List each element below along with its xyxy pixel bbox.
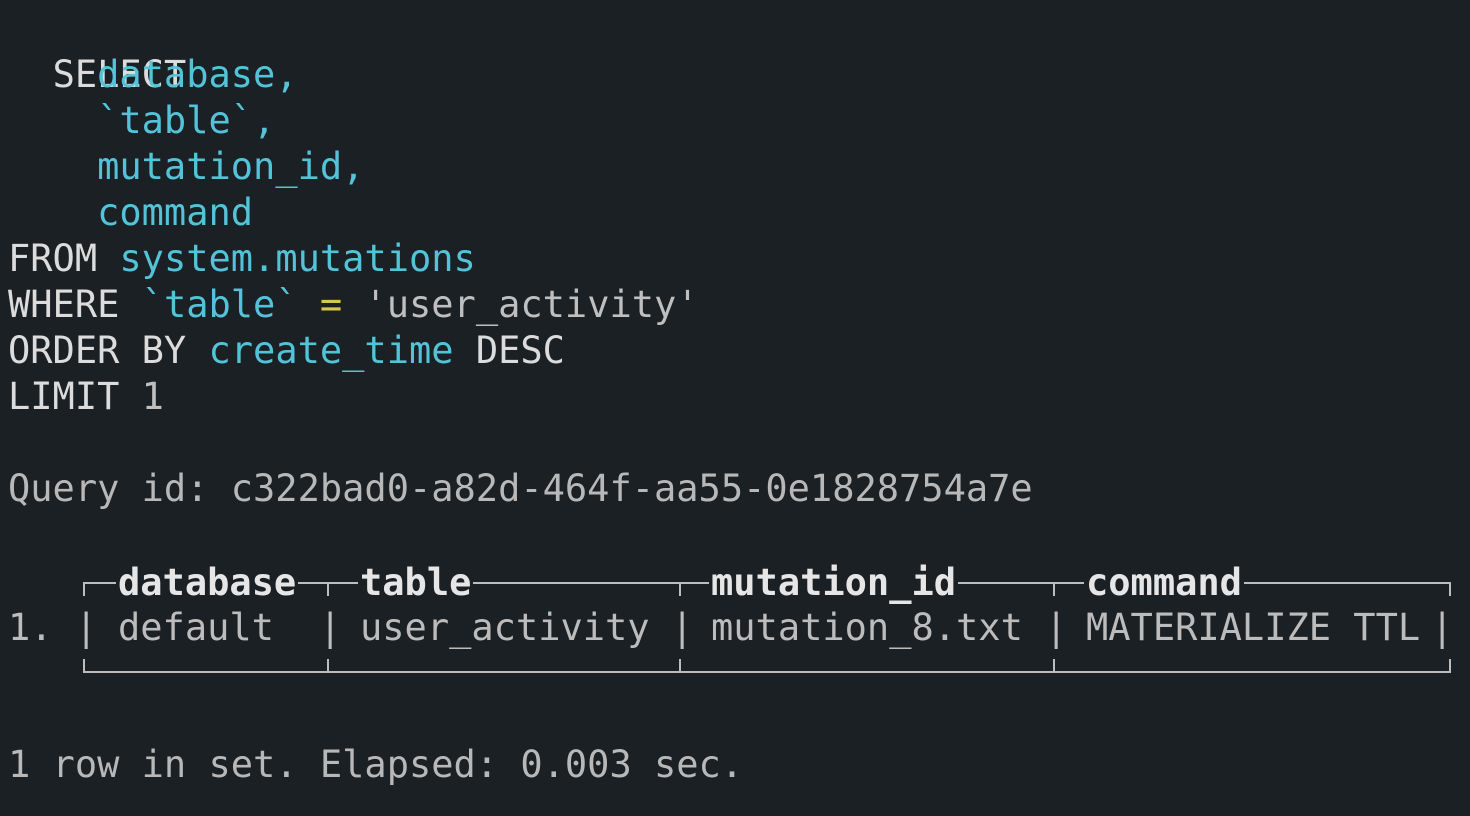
cell-separator: | — [671, 606, 694, 649]
where-column: `table` — [141, 283, 298, 326]
cell-mutation-id: mutation_8.txt — [711, 606, 1023, 649]
keyword-where: WHERE — [8, 283, 120, 326]
table-corner-br — [1449, 659, 1451, 673]
result-summary: 1 row in set. Elapsed: 0.003 sec. — [8, 743, 744, 786]
cell-separator: | — [1045, 606, 1068, 649]
cell-database: default — [118, 606, 274, 649]
header-mutation-id: mutation_id — [709, 560, 959, 606]
cell-command: MATERIALIZE TTL — [1086, 606, 1421, 649]
column-database: database, — [97, 53, 298, 96]
keyword-from: FROM — [8, 237, 98, 280]
table-tick — [327, 659, 329, 673]
sql-line-from: FROM system.mutations — [8, 236, 476, 282]
sql-line-limit: LIMIT 1 — [8, 374, 164, 420]
table-tick — [679, 659, 681, 673]
header-table: table — [358, 560, 474, 606]
table-corner-tr — [1449, 582, 1451, 596]
column-mutation-id: mutation_id, — [97, 145, 365, 188]
cell-table: user_activity — [360, 606, 650, 649]
cell-separator: | — [319, 606, 342, 649]
sql-line-col4: command — [8, 190, 253, 236]
sql-line-order: ORDER BY create_time DESC — [8, 328, 565, 374]
table-bottom-border — [83, 671, 1451, 673]
table-tick — [1053, 582, 1055, 596]
header-command: command — [1084, 560, 1244, 606]
keyword-order-by: ORDER BY — [8, 329, 187, 372]
where-operator: = — [319, 283, 343, 326]
order-direction: DESC — [475, 329, 565, 372]
row-index: 1. — [8, 606, 53, 649]
sql-line-where: WHERE `table` = 'user_activity' — [8, 282, 699, 328]
where-value: 'user_activity' — [364, 283, 699, 326]
sql-line-col3: mutation_id, — [8, 144, 364, 190]
table-tick — [1053, 659, 1055, 673]
limit-value: 1 — [141, 375, 164, 418]
table-corner-tl — [83, 582, 85, 596]
column-table: `table`, — [97, 99, 276, 142]
cell-separator: | — [75, 606, 98, 649]
query-id-line: Query id: c322bad0-a82d-464f-aa55-0e1828… — [8, 467, 1033, 510]
table-corner-bl — [83, 659, 85, 673]
table-tick — [327, 582, 329, 596]
sql-line-select: SELECT — [8, 6, 187, 96]
order-column: create_time — [208, 329, 454, 372]
cell-separator: | — [1431, 606, 1454, 649]
keyword-limit: LIMIT — [8, 375, 120, 418]
result-table: database table mutation_id command | | |… — [75, 560, 1454, 674]
table-tick — [679, 582, 681, 596]
sql-line-col2: `table`, — [8, 98, 275, 144]
from-table: system.mutations — [119, 237, 476, 280]
column-command: command — [97, 191, 254, 234]
sql-line-col1: database, — [8, 52, 298, 98]
header-database: database — [116, 560, 299, 606]
